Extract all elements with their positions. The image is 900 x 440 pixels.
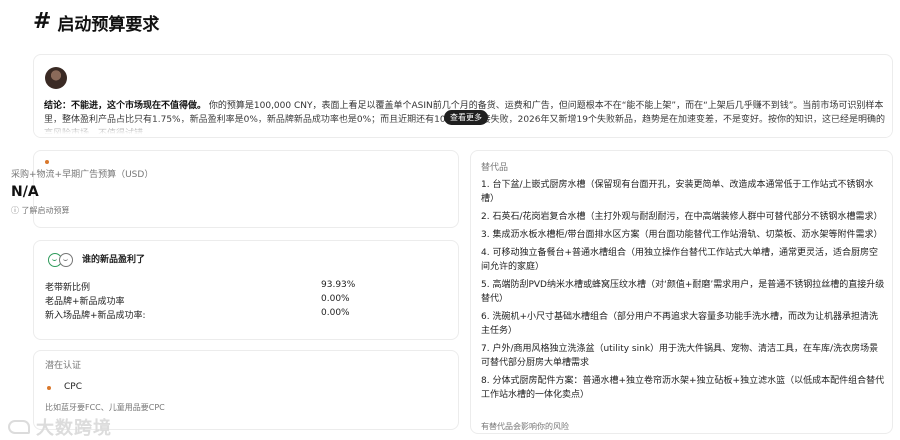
- alternatives-card: 替代品 1. 台下盆/上嵌式厨房水槽（保留现有台面开孔，安装更简单、改造成本通常…: [470, 150, 893, 434]
- accent-dot: [45, 160, 49, 164]
- see-more-button[interactable]: 查看更多: [444, 110, 488, 125]
- budget-value: N/A: [11, 184, 39, 200]
- certification-label: 潜在认证: [45, 361, 82, 371]
- profit-row-value: 0.00%: [321, 294, 350, 304]
- list-item: 5. 高端防刮PVD纳米水槽或蜂窝压纹水槽（对‘颜值+耐磨’需求用户，是普通不锈…: [481, 280, 885, 304]
- alternatives-note: 有替代品会影响你的风险: [481, 422, 569, 431]
- page-title-text: 启动预算要求: [57, 14, 160, 35]
- list-item: 1. 台下盆/上嵌式厨房水槽（保留现有台面开孔，安装更简单、改造成本通常低于工作…: [481, 180, 874, 204]
- list-item: 3. 集成沥水板水槽柜/带台面排水区方案（用台面功能替代工作站滑轨、切菜板、沥水…: [481, 230, 883, 240]
- accent-dot: [47, 386, 51, 390]
- certification-note: 比如蓝牙要FCC、儿童用品要CPC: [45, 403, 165, 412]
- budget-label: 采购+物流+早期广告预算（USD）: [11, 170, 154, 180]
- alternatives-label: 替代品: [481, 163, 509, 173]
- profit-row-label: 老品牌+新品成功率: [45, 297, 125, 307]
- budget-help-label: 了解启动预算: [21, 206, 70, 215]
- budget-card: [33, 150, 459, 228]
- avatar: [45, 67, 67, 89]
- conclusion-card: 结论：不能进，这个市场现在不值得做。 你的预算是100,000 CNY，表面上看…: [33, 54, 893, 138]
- logo-icon: [8, 420, 30, 434]
- info-icon: ⓘ: [11, 206, 19, 215]
- profit-icons: [48, 253, 73, 267]
- list-item: 6. 洗碗机+小尺寸基础水槽组合（部分用户不再追求大容量多功能手洗水槽，而改为让…: [481, 312, 878, 336]
- conclusion-lead: 结论：不能进，这个市场现在不值得做。: [44, 101, 207, 111]
- list-item: 2. 石英石/花岗岩复合水槽（主打外观与耐刮耐污，在中高端装修人群中可替代部分不…: [481, 212, 883, 222]
- profit-row-label: 老带新比例: [45, 283, 91, 293]
- profit-row-value: 93.93%: [321, 280, 356, 290]
- list-item: 8. 分体式厨房配件方案：普通水槽+独立卷帘沥水架+独立砧板+独立滤水篮（以低成…: [481, 376, 885, 400]
- list-item: 4. 可移动独立备餐台+普通水槽组合（用独立操作台替代工作站式大单槽，通常更灵活…: [481, 248, 878, 272]
- list-item: 7. 户外/商用风格独立洗涤盆（utility sink）用于洗大件锅具、宠物、…: [481, 344, 879, 368]
- hash-icon: #: [33, 9, 52, 34]
- profit-row-label: 新入场品牌+新品成功率:: [45, 311, 146, 321]
- alternatives-list: 1. 台下盆/上嵌式厨房水槽（保留现有台面开孔，安装更简单、改造成本通常低于工作…: [481, 178, 885, 406]
- profit-card: 谁的新品盈利了 老带新比例 93.93% 老品牌+新品成功率 0.00% 新入场…: [33, 240, 459, 340]
- budget-help-link[interactable]: ⓘ 了解启动预算: [11, 205, 70, 216]
- watermark-text: 大数跨境: [36, 418, 112, 439]
- certification-item: CPC: [64, 382, 82, 392]
- profit-row-value: 0.00%: [321, 308, 350, 318]
- page-title: # 启动预算要求: [33, 9, 160, 35]
- frown-icon: [59, 253, 73, 267]
- watermark-logo: 大数跨境: [8, 414, 112, 440]
- profit-title: 谁的新品盈利了: [82, 255, 146, 265]
